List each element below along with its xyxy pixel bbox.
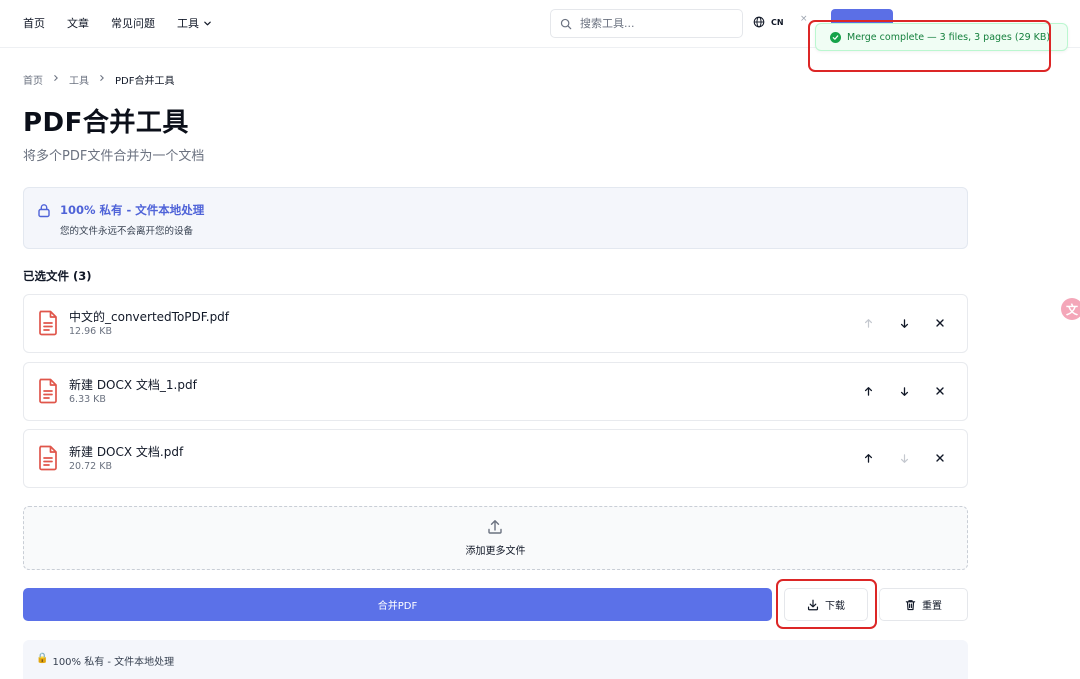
language-switcher[interactable]: CN xyxy=(753,16,784,28)
upload-icon xyxy=(488,520,502,534)
file-size: 6.33 KB xyxy=(69,394,106,405)
selected-files-heading: 已选文件 (3) xyxy=(23,269,92,283)
chevron-down-icon xyxy=(204,21,211,25)
move-down-button[interactable] xyxy=(896,315,912,331)
page-subtitle: 将多个PDF文件合并为一个文档 xyxy=(23,149,205,164)
file-name: 新建 DOCX 文档.pdf xyxy=(69,445,184,459)
pdf-file-icon xyxy=(39,445,57,471)
arrow-up-icon xyxy=(864,318,872,328)
file-item: 中文的_convertedToPDF.pdf 12.96 KB xyxy=(23,294,968,353)
privacy-notice: 100% 私有 - 文件本地处理 您的文件永远不会离开您的设备 xyxy=(23,187,968,249)
page-title: PDF合并工具 xyxy=(23,108,189,138)
arrow-down-icon xyxy=(900,318,908,328)
check-circle-icon xyxy=(830,31,841,43)
breadcrumb-current: PDF合并工具 xyxy=(115,76,175,87)
remove-file-button[interactable] xyxy=(932,315,948,331)
move-up-button[interactable] xyxy=(860,315,876,331)
remove-file-button[interactable] xyxy=(932,383,948,399)
arrow-down-icon xyxy=(900,386,908,396)
reset-label: 重置 xyxy=(922,601,942,612)
move-down-button[interactable] xyxy=(896,383,912,399)
pdf-file-icon xyxy=(39,310,57,336)
lock-icon xyxy=(38,204,50,218)
reset-button[interactable]: 重置 xyxy=(879,588,968,621)
file-size: 12.96 KB xyxy=(69,326,112,337)
main-nav: 首页 文章 常见问题 工具 xyxy=(23,0,234,46)
add-more-files-label: 添加更多文件 xyxy=(465,546,526,557)
trash-icon xyxy=(905,599,916,610)
move-down-button[interactable] xyxy=(896,450,912,466)
breadcrumb-tools[interactable]: 工具 xyxy=(69,72,89,87)
breadcrumb: 首页 工具 PDF合并工具 xyxy=(23,72,174,87)
arrow-up-icon xyxy=(864,453,872,463)
nav-item-faq[interactable]: 常见问题 xyxy=(111,15,155,31)
nav-item-home[interactable]: 首页 xyxy=(23,15,45,31)
close-icon xyxy=(936,387,944,395)
nav-item-tools[interactable]: 工具 xyxy=(177,15,212,31)
file-size: 20.72 KB xyxy=(69,461,112,472)
privacy-title: 100% 私有 - 文件本地处理 xyxy=(60,203,205,217)
arrow-up-icon xyxy=(864,386,872,396)
language-label: CN xyxy=(771,17,784,27)
search-icon xyxy=(560,18,572,29)
search-box[interactable] xyxy=(550,9,743,38)
bottom-privacy-notice: 🔒 100% 私有 - 文件本地处理 xyxy=(23,640,968,679)
bottom-privacy-label: 100% 私有 - 文件本地处理 xyxy=(52,657,175,668)
move-up-button[interactable] xyxy=(860,383,876,399)
breadcrumb-home[interactable]: 首页 xyxy=(23,72,43,87)
toast-message: Merge complete — 3 files, 3 pages (29 KB… xyxy=(847,31,1051,43)
move-up-button[interactable] xyxy=(860,450,876,466)
search-input[interactable] xyxy=(580,17,730,30)
file-name: 新建 DOCX 文档_1.pdf xyxy=(69,378,197,392)
nav-item-articles[interactable]: 文章 xyxy=(67,15,89,31)
lock-emoji-icon: 🔒 xyxy=(36,653,49,664)
chevron-right-icon xyxy=(52,74,60,85)
close-icon[interactable]: × xyxy=(800,14,808,24)
globe-icon xyxy=(753,16,765,28)
remove-file-button[interactable] xyxy=(932,450,948,466)
download-icon xyxy=(807,599,819,610)
download-button[interactable]: 下载 xyxy=(784,588,868,621)
download-label: 下载 xyxy=(825,601,845,612)
file-name: 中文的_convertedToPDF.pdf xyxy=(69,310,230,324)
privacy-description: 您的文件永远不会离开您的设备 xyxy=(60,226,194,237)
file-item: 新建 DOCX 文档.pdf 20.72 KB xyxy=(23,429,968,488)
merge-pdf-button[interactable]: 合并PDF xyxy=(23,588,772,621)
close-icon xyxy=(936,454,944,462)
success-toast: Merge complete — 3 files, 3 pages (29 KB… xyxy=(815,23,1068,51)
close-icon xyxy=(936,319,944,327)
add-more-files-dropzone[interactable]: 添加更多文件 xyxy=(23,506,968,570)
translate-extension-icon[interactable]: 文 xyxy=(1061,298,1080,320)
arrow-down-icon xyxy=(900,453,908,463)
chevron-right-icon xyxy=(98,74,106,85)
file-item: 新建 DOCX 文档_1.pdf 6.33 KB xyxy=(23,362,968,421)
pdf-file-icon xyxy=(39,378,57,404)
